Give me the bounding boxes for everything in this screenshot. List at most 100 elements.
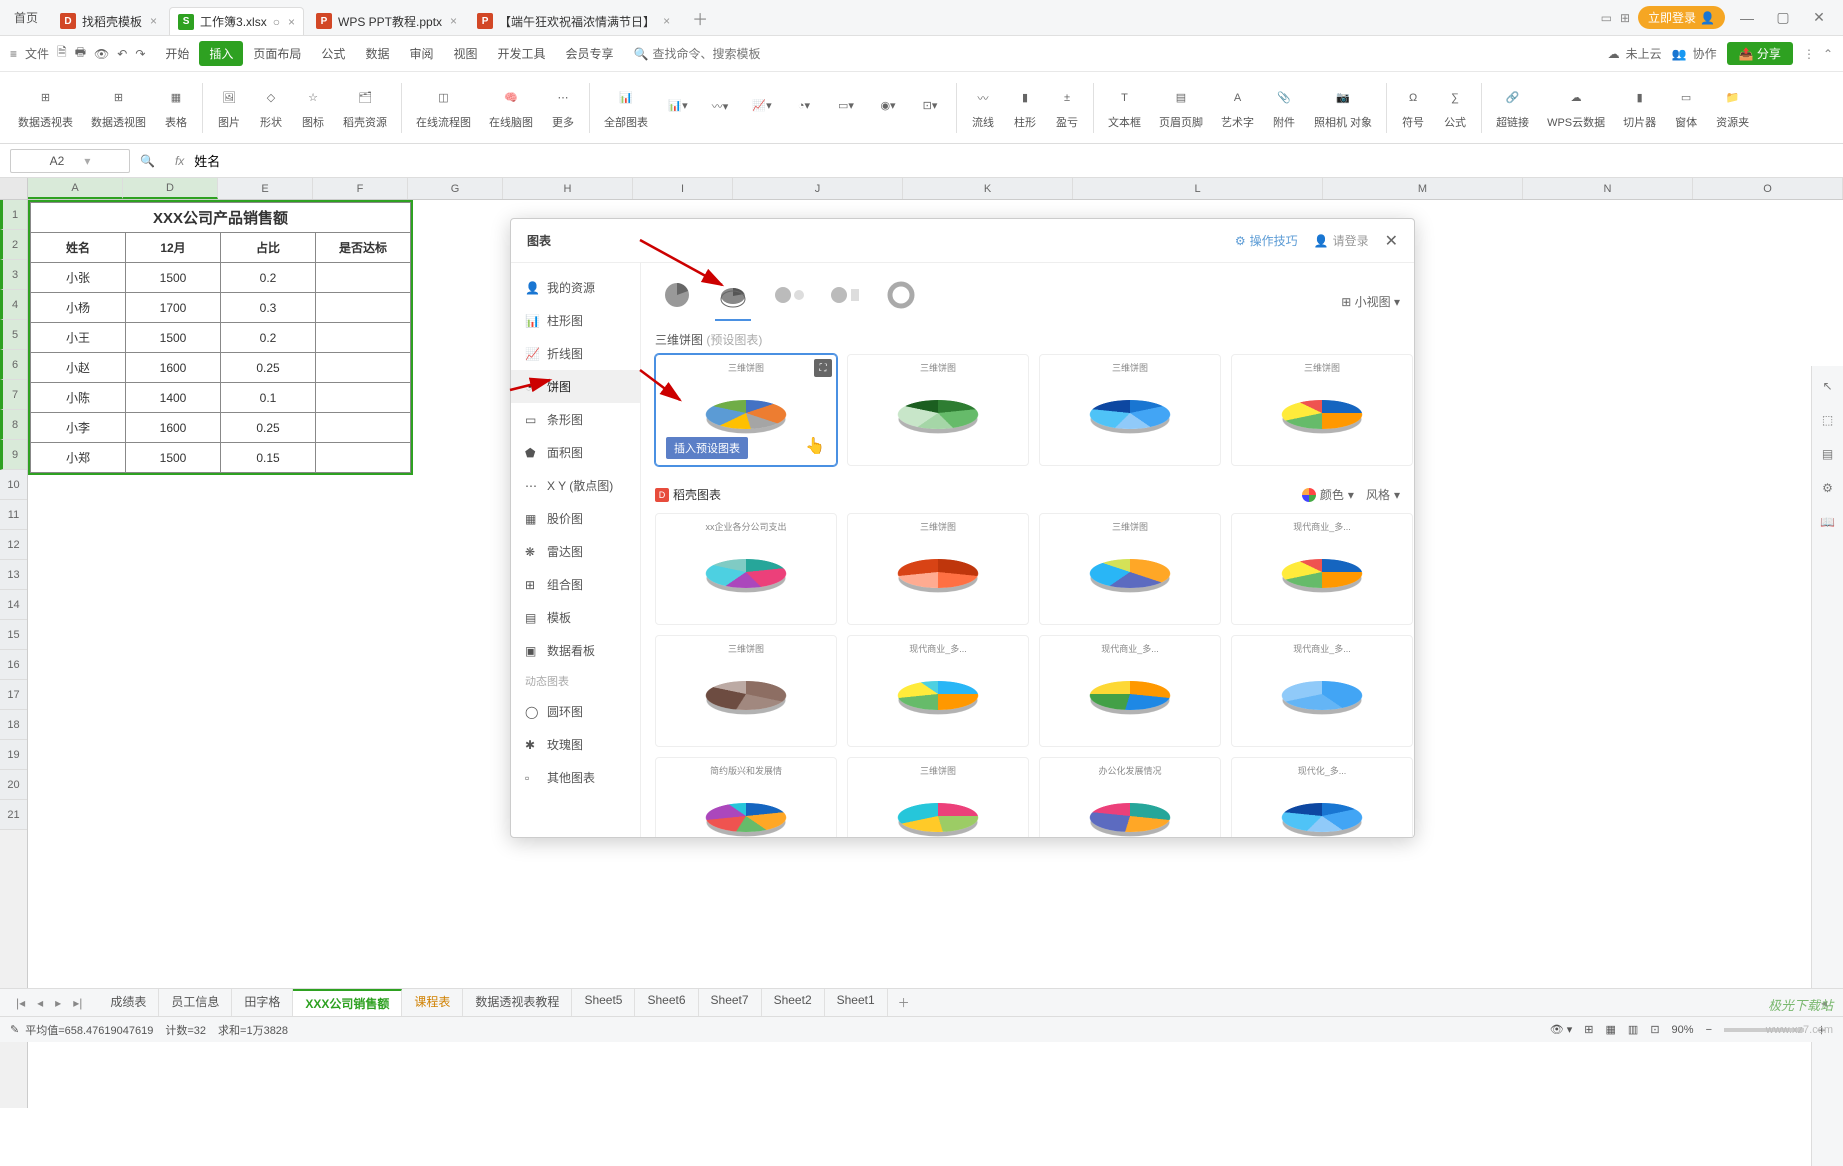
sheet-tab[interactable]: Sheet1 — [825, 989, 888, 1016]
formula-input[interactable] — [194, 153, 1833, 168]
chart-template-card[interactable]: 现代化_多... — [1231, 757, 1413, 837]
col-header[interactable]: O — [1693, 178, 1843, 199]
data-table[interactable]: XXX公司产品销售额姓名12月占比是否达标小张15000.2小杨17000.3小… — [28, 200, 413, 475]
eye-icon[interactable]: 👁 ▾ — [1550, 1023, 1573, 1036]
row-header[interactable]: 14 — [0, 590, 27, 620]
ribbon-item[interactable]: 📊全部图表 — [596, 84, 656, 132]
ribbon-item[interactable]: ▦表格 — [156, 84, 196, 132]
ribbon-item[interactable]: ⊞数据透视图 — [83, 84, 154, 132]
ribbon-item[interactable]: 🔗超链接 — [1488, 84, 1537, 132]
sheet-tab[interactable]: 成绩表 — [98, 989, 159, 1016]
chart-template-card[interactable]: 简约版兴和发展情 — [655, 757, 837, 837]
select-icon[interactable]: ⬚ — [1818, 410, 1838, 430]
table-cell[interactable] — [316, 293, 411, 323]
doc-tab[interactable]: P【端午狂欢祝福浓情满节日】× — [469, 7, 678, 35]
table-cell[interactable]: 小张 — [31, 263, 126, 293]
pie-of-pie-icon[interactable] — [771, 277, 807, 313]
row-header[interactable]: 17 — [0, 680, 27, 710]
ribbon-item[interactable]: ◇形状 — [251, 84, 291, 132]
chart-type-item[interactable]: ✱玫瑰图 — [511, 728, 640, 761]
chart-type-item[interactable]: ◯圆环图 — [511, 695, 640, 728]
ribbon-item[interactable]: 🧠在线脑图 — [481, 84, 541, 132]
menu-item[interactable]: 公式 — [311, 41, 355, 66]
col-header[interactable]: H — [503, 178, 633, 199]
table-cell[interactable]: 小赵 — [31, 353, 126, 383]
ribbon-item[interactable]: ±盈亏 — [1047, 84, 1087, 132]
ribbon-item[interactable]: ☁WPS云数据 — [1539, 84, 1613, 132]
table-cell[interactable]: 1600 — [126, 353, 221, 383]
ribbon-item[interactable]: 🖼图片 — [209, 84, 249, 132]
chart-type-item[interactable]: ▭条形图 — [511, 403, 640, 436]
last-sheet-button[interactable]: ▸| — [67, 996, 88, 1010]
menu-item[interactable]: 数据 — [355, 41, 399, 66]
pie-2d-icon[interactable] — [659, 277, 695, 313]
col-header[interactable]: A — [28, 178, 123, 199]
print-icon[interactable]: 🖶 — [75, 43, 86, 64]
row-header[interactable]: 5 — [0, 320, 27, 350]
cloud-icon[interactable]: ☁ — [1608, 47, 1620, 61]
table-cell[interactable]: 小陈 — [31, 383, 126, 413]
cursor-icon[interactable]: ↖ — [1818, 376, 1838, 396]
row-header[interactable]: 15 — [0, 620, 27, 650]
chart-template-card[interactable]: 现代商业_多... — [1231, 635, 1413, 747]
menu-item[interactable]: 插入 — [199, 41, 243, 66]
row-header[interactable]: 19 — [0, 740, 27, 770]
save-icon[interactable]: 🗎 — [57, 43, 67, 64]
ribbon-item[interactable]: 📷照相机 对象 — [1306, 84, 1380, 132]
prev-sheet-button[interactable]: ◂ — [31, 996, 49, 1010]
name-box[interactable]: A2 ▾ — [10, 149, 130, 173]
row-header[interactable]: 3 — [0, 260, 27, 290]
tips-link[interactable]: ⚙操作技巧 — [1235, 232, 1298, 249]
ribbon-item[interactable]: ⋯更多 — [543, 84, 583, 132]
table-cell[interactable]: 小李 — [31, 413, 126, 443]
table-cell[interactable]: 1600 — [126, 413, 221, 443]
edit-mode-icon[interactable]: ✎ — [10, 1023, 19, 1036]
ribbon-item[interactable]: 📎附件 — [1264, 84, 1304, 132]
table-cell[interactable]: 小郑 — [31, 443, 126, 473]
table-cell[interactable]: 1500 — [126, 323, 221, 353]
row-header[interactable]: 21 — [0, 800, 27, 830]
table-cell[interactable]: 1700 — [126, 293, 221, 323]
menu-item[interactable]: 视图 — [443, 41, 487, 66]
close-tab-icon[interactable]: × — [150, 14, 157, 28]
ribbon-item[interactable]: 〰流线 — [963, 84, 1003, 132]
view-toggle[interactable]: ⊞ 小视图 ▾ — [1341, 293, 1400, 310]
table-cell[interactable]: 1500 — [126, 263, 221, 293]
chart-template-card[interactable]: 三维饼图 — [847, 513, 1029, 625]
style-icon[interactable]: ▤ — [1818, 444, 1838, 464]
preview-icon[interactable]: 👁 — [94, 47, 109, 61]
ribbon-item[interactable]: ◔▾ — [784, 92, 824, 124]
ribbon-item[interactable]: 📈▾ — [742, 92, 782, 124]
chart-template-card[interactable]: 三维饼图 — [847, 757, 1029, 837]
chart-template-card[interactable]: 三维饼图 — [1039, 513, 1221, 625]
view-normal-icon[interactable]: ▦ — [1606, 1023, 1616, 1036]
chart-type-item[interactable]: ▦股价图 — [511, 502, 640, 535]
color-filter[interactable]: 颜色 ▾ — [1302, 486, 1354, 503]
sheet-tab[interactable]: Sheet6 — [635, 989, 698, 1016]
ribbon-item[interactable]: ▤页眉页脚 — [1151, 84, 1211, 132]
sheet-tab[interactable]: Sheet2 — [762, 989, 825, 1016]
close-tab-icon[interactable]: × — [450, 14, 457, 28]
row-header[interactable]: 11 — [0, 500, 27, 530]
new-tab-button[interactable]: ＋ — [692, 6, 708, 30]
ribbon-item[interactable]: ▮柱形 — [1005, 84, 1045, 132]
menu-item[interactable]: 页面布局 — [243, 41, 311, 66]
chart-template-card[interactable]: xx企业各分公司支出 — [655, 513, 837, 625]
ribbon-item[interactable]: ▮切片器 — [1615, 84, 1664, 132]
close-window-button[interactable]: ✕ — [1805, 9, 1833, 26]
view-break-icon[interactable]: ⊡ — [1650, 1023, 1659, 1036]
table-cell[interactable] — [316, 263, 411, 293]
book-icon[interactable]: 📖 — [1818, 512, 1838, 532]
table-cell[interactable] — [316, 353, 411, 383]
sheet-tab[interactable]: 田字格 — [232, 989, 293, 1016]
col-header[interactable]: I — [633, 178, 733, 199]
row-header[interactable]: 8 — [0, 410, 27, 440]
table-cell[interactable]: 0.2 — [221, 263, 316, 293]
menu-item[interactable]: 审阅 — [399, 41, 443, 66]
settings-icon[interactable]: ⚙ — [1818, 478, 1838, 498]
ribbon-item[interactable]: 〰▾ — [700, 92, 740, 124]
ribbon-item[interactable]: A艺术字 — [1213, 84, 1262, 132]
chart-template-card[interactable]: 三维饼图 — [655, 635, 837, 747]
table-cell[interactable] — [316, 383, 411, 413]
style-filter[interactable]: 风格 ▾ — [1366, 486, 1400, 503]
